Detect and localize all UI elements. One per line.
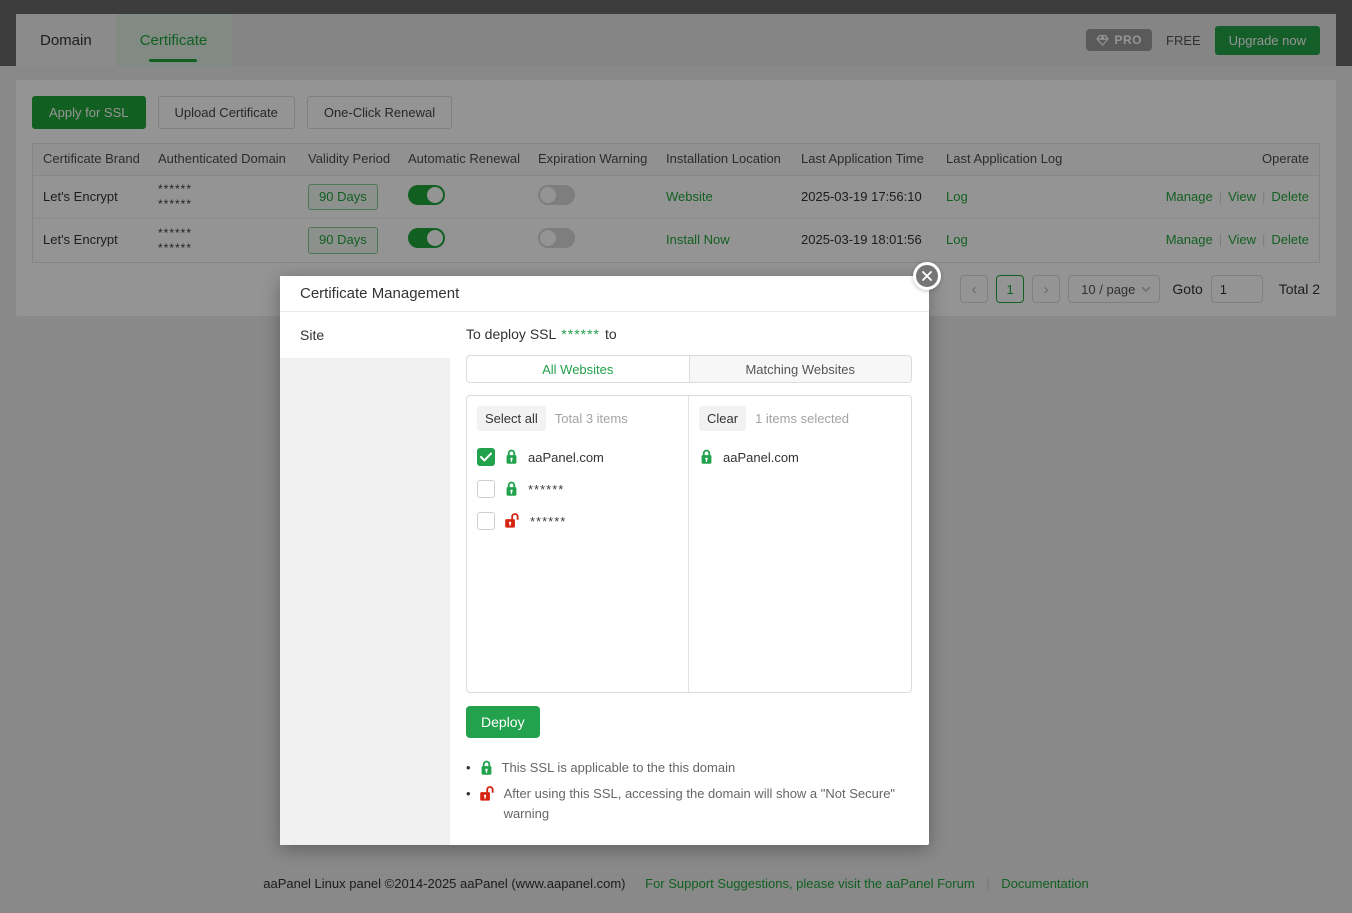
secure-lock-icon (504, 481, 519, 497)
tab-matching-websites[interactable]: Matching Websites (690, 356, 912, 382)
website-list-item[interactable]: ****** (477, 505, 678, 537)
tab-all-websites[interactable]: All Websites (467, 356, 690, 382)
checkbox-checked[interactable] (477, 448, 495, 466)
total-items-label: Total 3 items (555, 411, 628, 426)
note-secure: • This SSL is applicable to the this dom… (466, 758, 911, 778)
ssl-domain-masked: ****** (561, 326, 600, 342)
checkbox-unchecked[interactable] (477, 480, 495, 498)
selected-items-label: 1 items selected (755, 411, 849, 426)
secure-lock-icon (504, 449, 519, 465)
deploy-button[interactable]: Deploy (466, 706, 540, 738)
insecure-open-lock-icon (479, 786, 496, 824)
website-filter-tabs: All Websites Matching Websites (466, 355, 912, 383)
secure-lock-icon (699, 449, 714, 465)
clear-button[interactable]: Clear (699, 406, 746, 431)
website-list-item[interactable]: ****** (477, 473, 678, 505)
close-icon (921, 270, 933, 282)
modal-title: Certificate Management (280, 276, 929, 312)
sidebar-item-site[interactable]: Site (280, 312, 450, 358)
secure-lock-icon (479, 760, 494, 778)
close-button[interactable] (913, 262, 941, 290)
insecure-open-lock-icon (504, 513, 521, 529)
checkbox-unchecked[interactable] (477, 512, 495, 530)
selected-websites-panel: Clear 1 items selected aaPanel.com (689, 396, 911, 692)
deploy-target-text: To deploy SSL******to (466, 326, 912, 342)
select-all-button[interactable]: Select all (477, 406, 546, 431)
check-icon (480, 452, 492, 462)
modal-sidebar: Site (280, 312, 450, 845)
certificate-management-modal: Certificate Management Site To deploy SS… (280, 276, 929, 845)
available-websites-panel: Select all Total 3 items aaPanel.com (467, 396, 689, 692)
legend-notes: • This SSL is applicable to the this dom… (466, 758, 911, 824)
selected-website-item[interactable]: aaPanel.com (699, 441, 901, 473)
website-transfer: Select all Total 3 items aaPanel.com (466, 395, 912, 693)
note-insecure: • After using this SSL, accessing the do… (466, 784, 911, 824)
website-list-item[interactable]: aaPanel.com (477, 441, 678, 473)
